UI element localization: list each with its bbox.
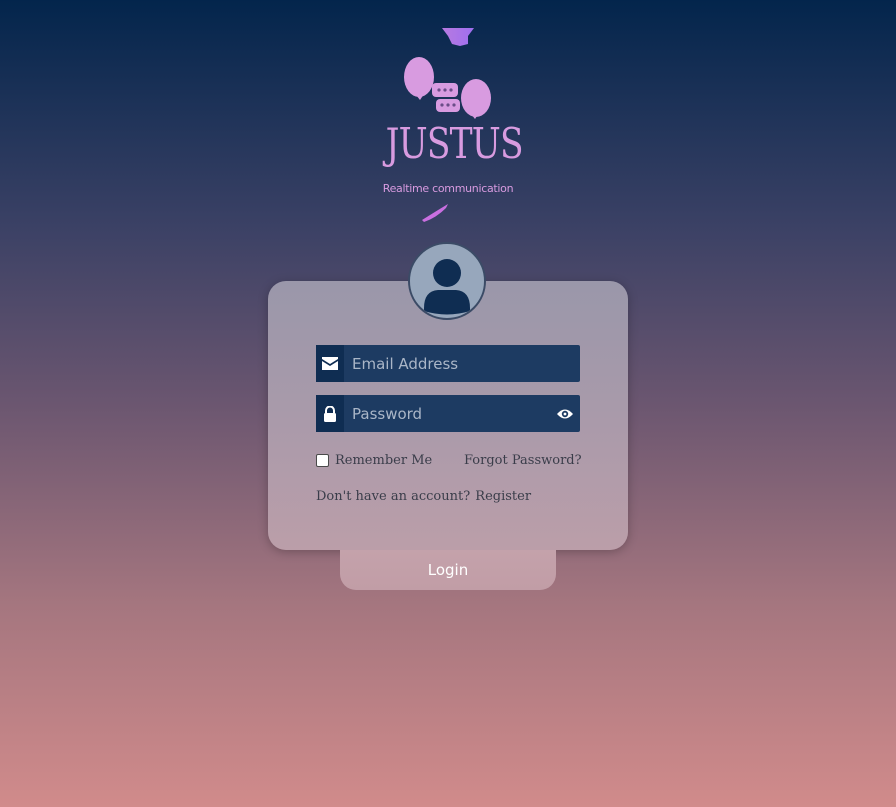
logo-subtitle: Realtime communication bbox=[382, 182, 514, 195]
email-field bbox=[316, 345, 580, 382]
password-field bbox=[316, 395, 580, 432]
login-button-label: Login bbox=[427, 561, 469, 579]
eye-icon[interactable] bbox=[550, 395, 580, 432]
register-link[interactable]: Register bbox=[475, 489, 531, 504]
remember-me[interactable]: Remember Me bbox=[316, 453, 432, 468]
register-row: Don't have an account? Register bbox=[316, 485, 531, 504]
password-input[interactable] bbox=[344, 395, 550, 432]
lock-icon bbox=[316, 395, 344, 432]
remember-label: Remember Me bbox=[335, 453, 433, 468]
logo-title: JUSTUS bbox=[385, 119, 524, 168]
email-input[interactable] bbox=[344, 345, 580, 382]
user-avatar-icon bbox=[408, 242, 486, 320]
envelope-icon bbox=[316, 345, 344, 382]
forgot-password-link[interactable]: Forgot Password? bbox=[464, 453, 582, 468]
remember-checkbox[interactable] bbox=[316, 454, 329, 467]
login-button[interactable]: Login bbox=[340, 550, 556, 590]
app-logo: JUSTUS Realtime communication bbox=[372, 22, 524, 226]
register-prompt: Don't have an account? bbox=[316, 489, 471, 504]
